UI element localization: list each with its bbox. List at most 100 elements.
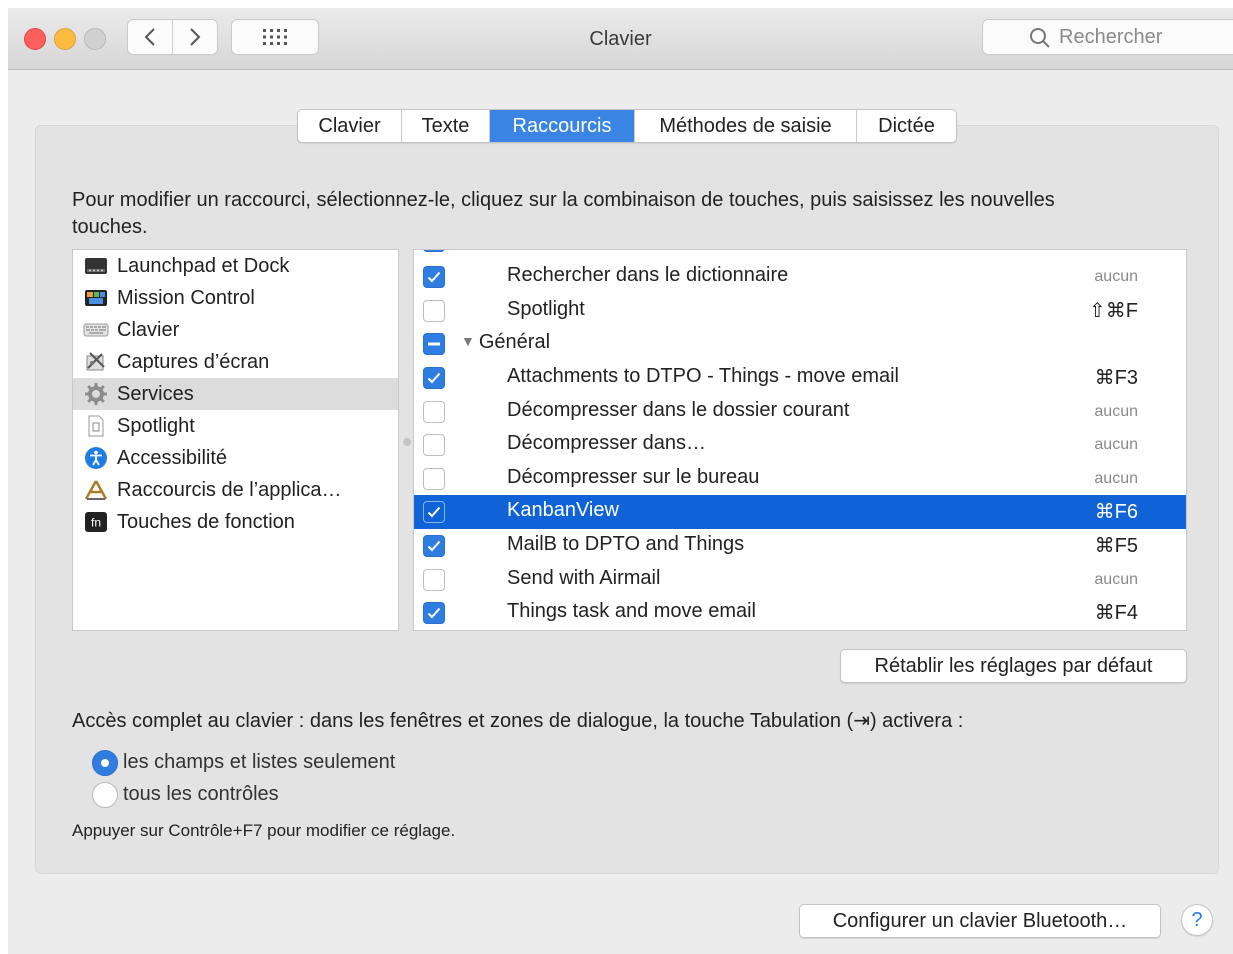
shortcut-key[interactable]: ⌘F4 bbox=[1095, 600, 1138, 625]
shortcut-row[interactable]: Things task and move email ⌘F4 bbox=[414, 596, 1186, 630]
shortcut-key[interactable]: ⇧⌘F bbox=[1089, 298, 1138, 323]
shortcut-key[interactable]: aucun bbox=[1094, 268, 1138, 286]
shortcut-row[interactable]: Rechercher dans le dictionnaire aucun bbox=[414, 260, 1186, 294]
system-preferences-window: Clavier Rechercher Clavier Texte Raccour… bbox=[8, 8, 1233, 954]
shortcut-row[interactable]: Send with Airmail aucun bbox=[414, 563, 1186, 597]
checkbox bbox=[423, 250, 445, 252]
minus-icon bbox=[428, 342, 440, 346]
checkbox[interactable] bbox=[423, 333, 445, 355]
category-label: Launchpad et Dock bbox=[117, 254, 290, 277]
checkmark-icon bbox=[427, 271, 441, 283]
launchpad-icon bbox=[83, 254, 109, 278]
disclosure-triangle-icon[interactable]: ▼ bbox=[461, 333, 475, 349]
shortcut-label: KanbanView bbox=[507, 499, 619, 521]
checkbox[interactable] bbox=[423, 535, 445, 557]
shortcut-label: MailB to DPTO and Things bbox=[507, 533, 745, 555]
shortcut-label: Send with Airmail bbox=[507, 567, 661, 589]
tab-methodes-de-saisie[interactable]: Méthodes de saisie bbox=[634, 110, 856, 142]
category-item-touches-de-fonction[interactable]: fn Touches de fonction bbox=[73, 506, 398, 538]
document-icon bbox=[83, 414, 109, 438]
gear-icon bbox=[83, 382, 109, 406]
search-placeholder: Rechercher bbox=[1059, 25, 1163, 48]
tab-bar: Clavier Texte Raccourcis Méthodes de sai… bbox=[297, 109, 957, 143]
checkbox[interactable] bbox=[423, 401, 445, 423]
shortcut-key[interactable]: ⌘F6 bbox=[1095, 499, 1138, 524]
category-label: Touches de fonction bbox=[117, 510, 295, 533]
checkbox[interactable] bbox=[423, 468, 445, 490]
shortcut-row[interactable]: Décompresser sur le bureau aucun bbox=[414, 462, 1186, 496]
fn-key-icon: fn bbox=[83, 510, 109, 534]
checkmark-icon bbox=[427, 540, 441, 552]
shortcut-row[interactable]: Décompresser dans le dossier courant auc… bbox=[414, 395, 1186, 429]
category-label: Accessibilité bbox=[117, 446, 228, 469]
category-item-spotlight[interactable]: Spotlight bbox=[73, 410, 398, 442]
title-bar: Clavier Rechercher bbox=[8, 8, 1233, 70]
mission-control-icon bbox=[83, 286, 109, 310]
shortcut-row[interactable]: MailB to DPTO and Things ⌘F5 bbox=[414, 529, 1186, 563]
checkbox[interactable] bbox=[423, 602, 445, 624]
category-item-launchpad[interactable]: Launchpad et Dock bbox=[73, 250, 398, 282]
shortcut-list[interactable]: Rechercher dans le dictionnaire aucun Sp… bbox=[413, 249, 1187, 631]
checkmark-icon bbox=[427, 607, 441, 619]
full-keyboard-access-label: Accès complet au clavier : dans les fenê… bbox=[72, 710, 964, 732]
shortcut-key[interactable]: aucun bbox=[1094, 571, 1138, 589]
category-item-clavier[interactable]: Clavier bbox=[73, 314, 398, 346]
category-item-accessibilite[interactable]: Accessibilité bbox=[73, 442, 398, 474]
shortcut-label: Spotlight bbox=[507, 298, 585, 320]
checkbox[interactable] bbox=[423, 434, 445, 456]
shortcut-row[interactable]: Attachments to DTPO - Things - move emai… bbox=[414, 361, 1186, 395]
shortcut-label: Décompresser sur le bureau bbox=[507, 466, 760, 488]
instructions-text: Pour modifier un raccourci, sélectionnez… bbox=[72, 189, 1055, 238]
tab-raccourcis[interactable]: Raccourcis bbox=[489, 110, 634, 142]
category-label: Mission Control bbox=[117, 286, 255, 309]
shortcut-label: Décompresser dans le dossier courant bbox=[507, 399, 850, 421]
split-view-handle[interactable] bbox=[403, 438, 411, 446]
category-item-services[interactable]: Services bbox=[73, 378, 398, 410]
shortcut-group-row[interactable]: ▼ Général bbox=[414, 327, 1186, 361]
search-icon bbox=[1030, 28, 1050, 48]
shortcut-key[interactable]: ⌘F3 bbox=[1095, 365, 1138, 390]
screenshot-icon bbox=[83, 350, 109, 374]
shortcut-key[interactable]: ⌘F5 bbox=[1095, 533, 1138, 558]
help-button[interactable]: ? bbox=[1181, 904, 1213, 936]
radio-label[interactable]: tous les contrôles bbox=[123, 783, 279, 806]
category-item-captures[interactable]: Captures d’écran bbox=[73, 346, 398, 378]
app-store-icon bbox=[83, 478, 109, 502]
shortcut-label: Rechercher dans le dictionnaire bbox=[507, 264, 789, 286]
checkbox[interactable] bbox=[423, 501, 445, 523]
category-list[interactable]: Launchpad et Dock Mission Control Clavie… bbox=[72, 249, 399, 631]
radio-label[interactable]: les champs et listes seulement bbox=[123, 751, 395, 774]
shortcut-row[interactable]: Décompresser dans… aucun bbox=[414, 428, 1186, 462]
shortcut-label: Attachments to DTPO - Things - move emai… bbox=[507, 365, 899, 387]
checkmark-icon bbox=[427, 506, 441, 518]
checkmark-icon bbox=[427, 372, 441, 384]
checkbox[interactable] bbox=[423, 367, 445, 389]
shortcut-row[interactable]: Spotlight ⇧⌘F bbox=[414, 294, 1186, 328]
shortcut-row-partial bbox=[414, 250, 1186, 258]
radio-fields-and-lists[interactable] bbox=[92, 750, 118, 776]
accessibility-icon bbox=[83, 446, 109, 470]
category-label: Spotlight bbox=[117, 414, 195, 437]
tab-texte[interactable]: Texte bbox=[401, 110, 489, 142]
category-label: Services bbox=[117, 382, 194, 405]
tab-clavier[interactable]: Clavier bbox=[298, 110, 401, 142]
category-item-raccourcis-application[interactable]: Raccourcis de l’applica… bbox=[73, 474, 398, 506]
hint-text: Appuyer sur Contrôle+F7 pour modifier ce… bbox=[72, 821, 456, 840]
tab-dictee[interactable]: Dictée bbox=[856, 110, 956, 142]
shortcut-key[interactable]: aucun bbox=[1094, 436, 1138, 454]
shortcut-key[interactable]: aucun bbox=[1094, 403, 1138, 421]
restore-defaults-button[interactable]: Rétablir les réglages par défaut bbox=[840, 649, 1187, 683]
search-input[interactable]: Rechercher bbox=[982, 19, 1233, 55]
category-item-mission-control[interactable]: Mission Control bbox=[73, 282, 398, 314]
category-label: Captures d’écran bbox=[117, 350, 270, 373]
category-label: Raccourcis de l’applica… bbox=[117, 478, 342, 501]
configure-bluetooth-keyboard-button[interactable]: Configurer un clavier Bluetooth… bbox=[799, 904, 1161, 938]
radio-all-controls[interactable] bbox=[92, 782, 118, 808]
group-label: ▼ Général bbox=[461, 331, 551, 353]
shortcut-row-selected[interactable]: KanbanView ⌘F6 bbox=[414, 495, 1186, 529]
checkbox[interactable] bbox=[423, 266, 445, 288]
checkbox[interactable] bbox=[423, 569, 445, 591]
checkbox[interactable] bbox=[423, 300, 445, 322]
shortcut-key[interactable]: aucun bbox=[1094, 470, 1138, 488]
svg-text:fn: fn bbox=[91, 516, 101, 530]
